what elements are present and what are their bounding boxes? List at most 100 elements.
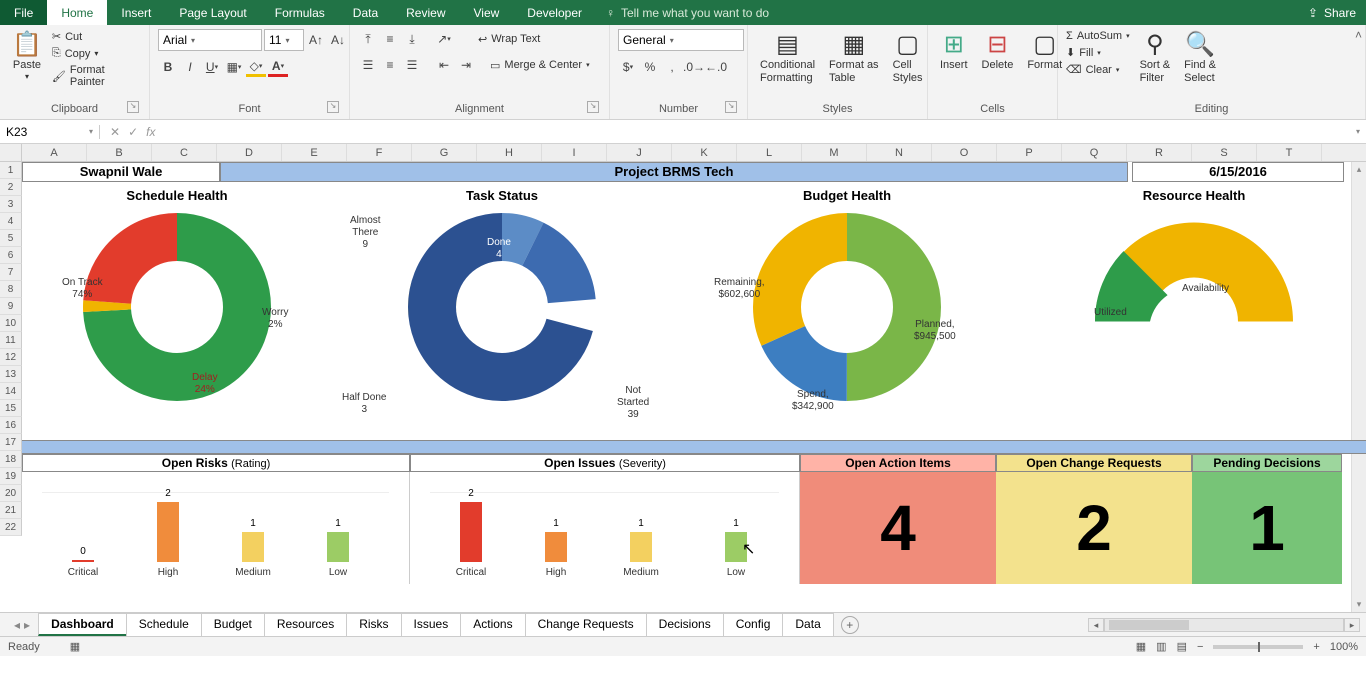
copy-button[interactable]: ⎘Copy▾ bbox=[52, 46, 141, 61]
decrease-indent-button[interactable]: ⇤ bbox=[434, 55, 454, 75]
row-header-13[interactable]: 13 bbox=[0, 366, 22, 383]
col-header-B[interactable]: B bbox=[87, 144, 152, 161]
macro-record-icon[interactable]: ▦ bbox=[70, 640, 80, 653]
row-header-11[interactable]: 11 bbox=[0, 332, 22, 349]
col-header-N[interactable]: N bbox=[867, 144, 932, 161]
col-header-O[interactable]: O bbox=[932, 144, 997, 161]
col-header-I[interactable]: I bbox=[542, 144, 607, 161]
expand-formula-bar-icon[interactable]: ▾ bbox=[1350, 127, 1366, 136]
row-header-17[interactable]: 17 bbox=[0, 434, 22, 451]
comma-style-button[interactable]: , bbox=[662, 57, 682, 77]
schedule-donut-chart[interactable] bbox=[77, 207, 277, 407]
sheet-tab-config[interactable]: Config bbox=[723, 613, 784, 636]
find-select-button[interactable]: 🔍Find & Select bbox=[1180, 29, 1220, 87]
dialog-launcher-icon[interactable]: ↘ bbox=[587, 101, 599, 113]
hscroll-right-icon[interactable]: ▸ bbox=[1344, 618, 1360, 632]
dialog-launcher-icon[interactable]: ↘ bbox=[327, 101, 339, 113]
col-header-R[interactable]: R bbox=[1127, 144, 1192, 161]
col-header-G[interactable]: G bbox=[412, 144, 477, 161]
increase-indent-button[interactable]: ⇥ bbox=[456, 55, 476, 75]
row-header-6[interactable]: 6 bbox=[0, 247, 22, 264]
row-header-14[interactable]: 14 bbox=[0, 383, 22, 400]
zoom-out-icon[interactable]: − bbox=[1197, 641, 1203, 653]
col-header-P[interactable]: P bbox=[997, 144, 1062, 161]
cancel-formula-icon[interactable]: ✕ bbox=[110, 125, 120, 139]
scroll-down-icon[interactable]: ▾ bbox=[1352, 597, 1366, 612]
insert-cells-button[interactable]: ⊞Insert bbox=[936, 29, 972, 74]
row-header-5[interactable]: 5 bbox=[0, 230, 22, 247]
sheet-tab-decisions[interactable]: Decisions bbox=[646, 613, 724, 636]
tab-view[interactable]: View bbox=[460, 0, 514, 25]
autosum-button[interactable]: ΣAutoSum▾ bbox=[1066, 29, 1130, 43]
increase-font-button[interactable]: A↑ bbox=[306, 30, 326, 50]
paste-button[interactable]: 📋Paste▾ bbox=[8, 29, 46, 84]
collapse-ribbon-icon[interactable]: ˄ bbox=[1355, 28, 1362, 42]
view-page-break-icon[interactable]: ▤ bbox=[1177, 640, 1187, 653]
dialog-launcher-icon[interactable]: ↘ bbox=[127, 101, 139, 113]
col-header-D[interactable]: D bbox=[217, 144, 282, 161]
budget-donut-chart[interactable] bbox=[747, 207, 947, 407]
dialog-launcher-icon[interactable]: ↘ bbox=[725, 101, 737, 113]
decrease-decimal-button[interactable]: ←.0 bbox=[706, 57, 726, 77]
zoom-slider[interactable] bbox=[1213, 645, 1303, 649]
tell-me-search[interactable]: ♀ Tell me what you want to do bbox=[596, 0, 769, 25]
col-header-A[interactable]: A bbox=[22, 144, 87, 161]
percent-button[interactable]: % bbox=[640, 57, 660, 77]
sheet-tab-resources[interactable]: Resources bbox=[264, 613, 347, 636]
tab-home[interactable]: Home bbox=[47, 0, 107, 25]
row-header-3[interactable]: 3 bbox=[0, 196, 22, 213]
project-title-cell[interactable]: Project BRMS Tech bbox=[220, 162, 1128, 182]
row-header-15[interactable]: 15 bbox=[0, 400, 22, 417]
col-header-Q[interactable]: Q bbox=[1062, 144, 1127, 161]
fill-button[interactable]: ⬇Fill▾ bbox=[1066, 45, 1130, 60]
sheet-tab-budget[interactable]: Budget bbox=[201, 613, 265, 636]
col-header-H[interactable]: H bbox=[477, 144, 542, 161]
tab-formulas[interactable]: Formulas bbox=[261, 0, 339, 25]
sheet-nav-prev-icon[interactable]: ◂ bbox=[14, 618, 20, 632]
sheet-tab-change-requests[interactable]: Change Requests bbox=[525, 613, 647, 636]
font-name-combo[interactable]: Arial bbox=[158, 29, 262, 51]
borders-button[interactable]: ▦▾ bbox=[224, 57, 244, 77]
conditional-formatting-button[interactable]: ▤Conditional Formatting bbox=[756, 29, 819, 87]
format-painter-button[interactable]: 🖌Format Painter bbox=[52, 63, 141, 89]
font-color-button[interactable]: A▾ bbox=[268, 57, 288, 77]
share-button[interactable]: ⇪ Share bbox=[1298, 0, 1366, 25]
row-header-16[interactable]: 16 bbox=[0, 417, 22, 434]
risks-bar-chart[interactable]: 0Critical 2High 1Medium 1Low bbox=[22, 472, 410, 584]
tab-page-layout[interactable]: Page Layout bbox=[165, 0, 260, 25]
italic-button[interactable]: I bbox=[180, 57, 200, 77]
col-header-F[interactable]: F bbox=[347, 144, 412, 161]
row-header-18[interactable]: 18 bbox=[0, 451, 22, 468]
align-left-button[interactable]: ☰ bbox=[358, 55, 378, 75]
tab-file[interactable]: File bbox=[0, 0, 47, 25]
zoom-level[interactable]: 100% bbox=[1330, 641, 1358, 653]
sheet-tab-risks[interactable]: Risks bbox=[346, 613, 401, 636]
tab-developer[interactable]: Developer bbox=[513, 0, 596, 25]
row-header-9[interactable]: 9 bbox=[0, 298, 22, 315]
name-box[interactable]: K23▾ bbox=[0, 125, 100, 139]
row-header-22[interactable]: 22 bbox=[0, 519, 22, 536]
align-top-button[interactable]: ⤒ bbox=[358, 29, 378, 49]
row-header-10[interactable]: 10 bbox=[0, 315, 22, 332]
align-middle-button[interactable]: ≡ bbox=[380, 29, 400, 49]
underline-button[interactable]: U▾ bbox=[202, 57, 222, 77]
sheet-tab-issues[interactable]: Issues bbox=[401, 613, 462, 636]
tab-review[interactable]: Review bbox=[392, 0, 459, 25]
view-page-layout-icon[interactable]: ▥ bbox=[1156, 640, 1166, 653]
col-header-C[interactable]: C bbox=[152, 144, 217, 161]
decrease-font-button[interactable]: A↓ bbox=[328, 30, 348, 50]
align-center-button[interactable]: ≡ bbox=[380, 55, 400, 75]
owner-cell[interactable]: Swapnil Wale bbox=[22, 162, 220, 182]
select-all-corner[interactable] bbox=[0, 144, 22, 161]
bold-button[interactable]: B bbox=[158, 57, 178, 77]
view-normal-icon[interactable]: ▦ bbox=[1136, 640, 1146, 653]
format-as-table-button[interactable]: ▦Format as Table bbox=[825, 29, 883, 87]
sort-filter-button[interactable]: ⚲Sort & Filter bbox=[1136, 29, 1175, 87]
col-header-J[interactable]: J bbox=[607, 144, 672, 161]
wrap-text-button[interactable]: ↩Wrap Text bbox=[478, 32, 540, 47]
align-bottom-button[interactable]: ⤓ bbox=[402, 29, 422, 49]
sheet-tab-data[interactable]: Data bbox=[782, 613, 833, 636]
row-header-12[interactable]: 12 bbox=[0, 349, 22, 366]
col-header-T[interactable]: T bbox=[1257, 144, 1322, 161]
horizontal-scrollbar[interactable] bbox=[1104, 618, 1344, 632]
